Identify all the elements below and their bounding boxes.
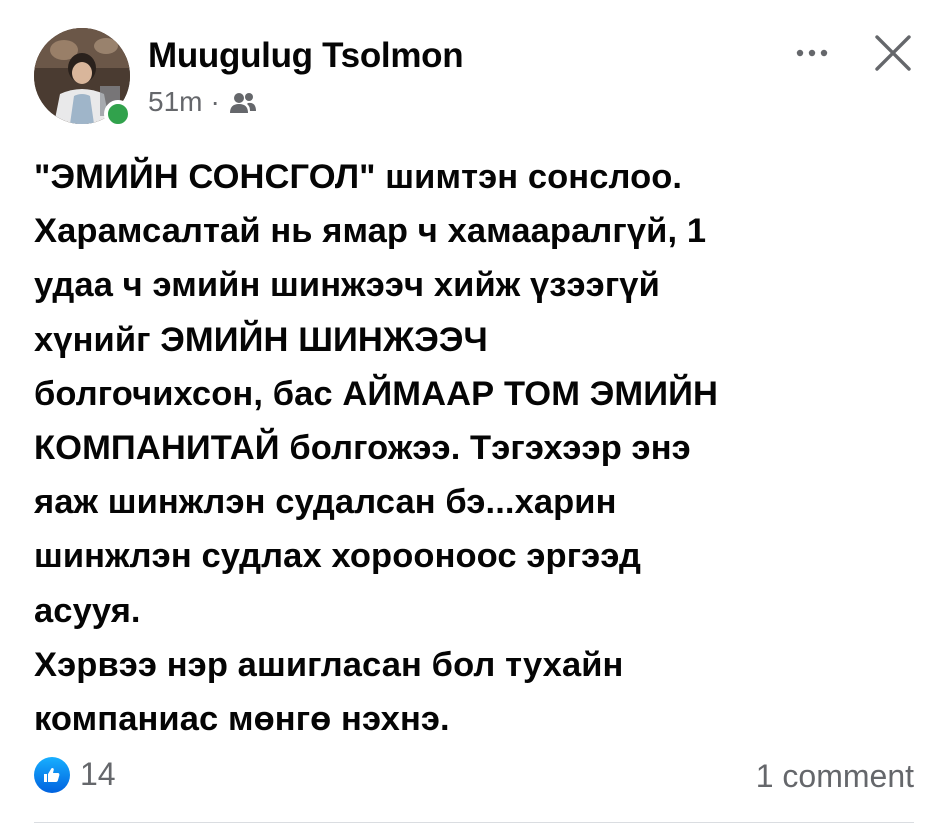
author-avatar[interactable]	[34, 28, 132, 128]
author-name[interactable]: Muugulug Tsolmon	[148, 36, 464, 76]
close-icon	[875, 35, 911, 71]
footer-divider	[34, 822, 914, 823]
post-meta: 51m ·	[148, 86, 258, 118]
more-options-button[interactable]	[792, 38, 832, 68]
post-footer: 14 1 comment	[34, 752, 914, 802]
like-icon	[34, 756, 70, 793]
reactions-summary[interactable]: 14	[34, 756, 116, 793]
post-body-text: "ЭМИЙН СОНСГОЛ" шимтэн сонслоо. Харамсал…	[34, 158, 719, 739]
post-header: Muugulug Tsolmon 51m ·	[34, 28, 924, 128]
online-status-indicator	[104, 100, 132, 128]
post-card: Muugulug Tsolmon 51m · "ЭМИЙН СОНСГОЛ" ш…	[0, 0, 946, 827]
meta-separator: ·	[210, 86, 220, 117]
friends-icon[interactable]	[228, 90, 258, 114]
reaction-count: 14	[80, 756, 116, 792]
comments-count-link[interactable]: 1 comment	[756, 758, 914, 795]
more-horizontal-icon	[796, 49, 828, 57]
post-timestamp[interactable]: 51m	[148, 86, 202, 118]
close-button[interactable]	[870, 30, 916, 76]
